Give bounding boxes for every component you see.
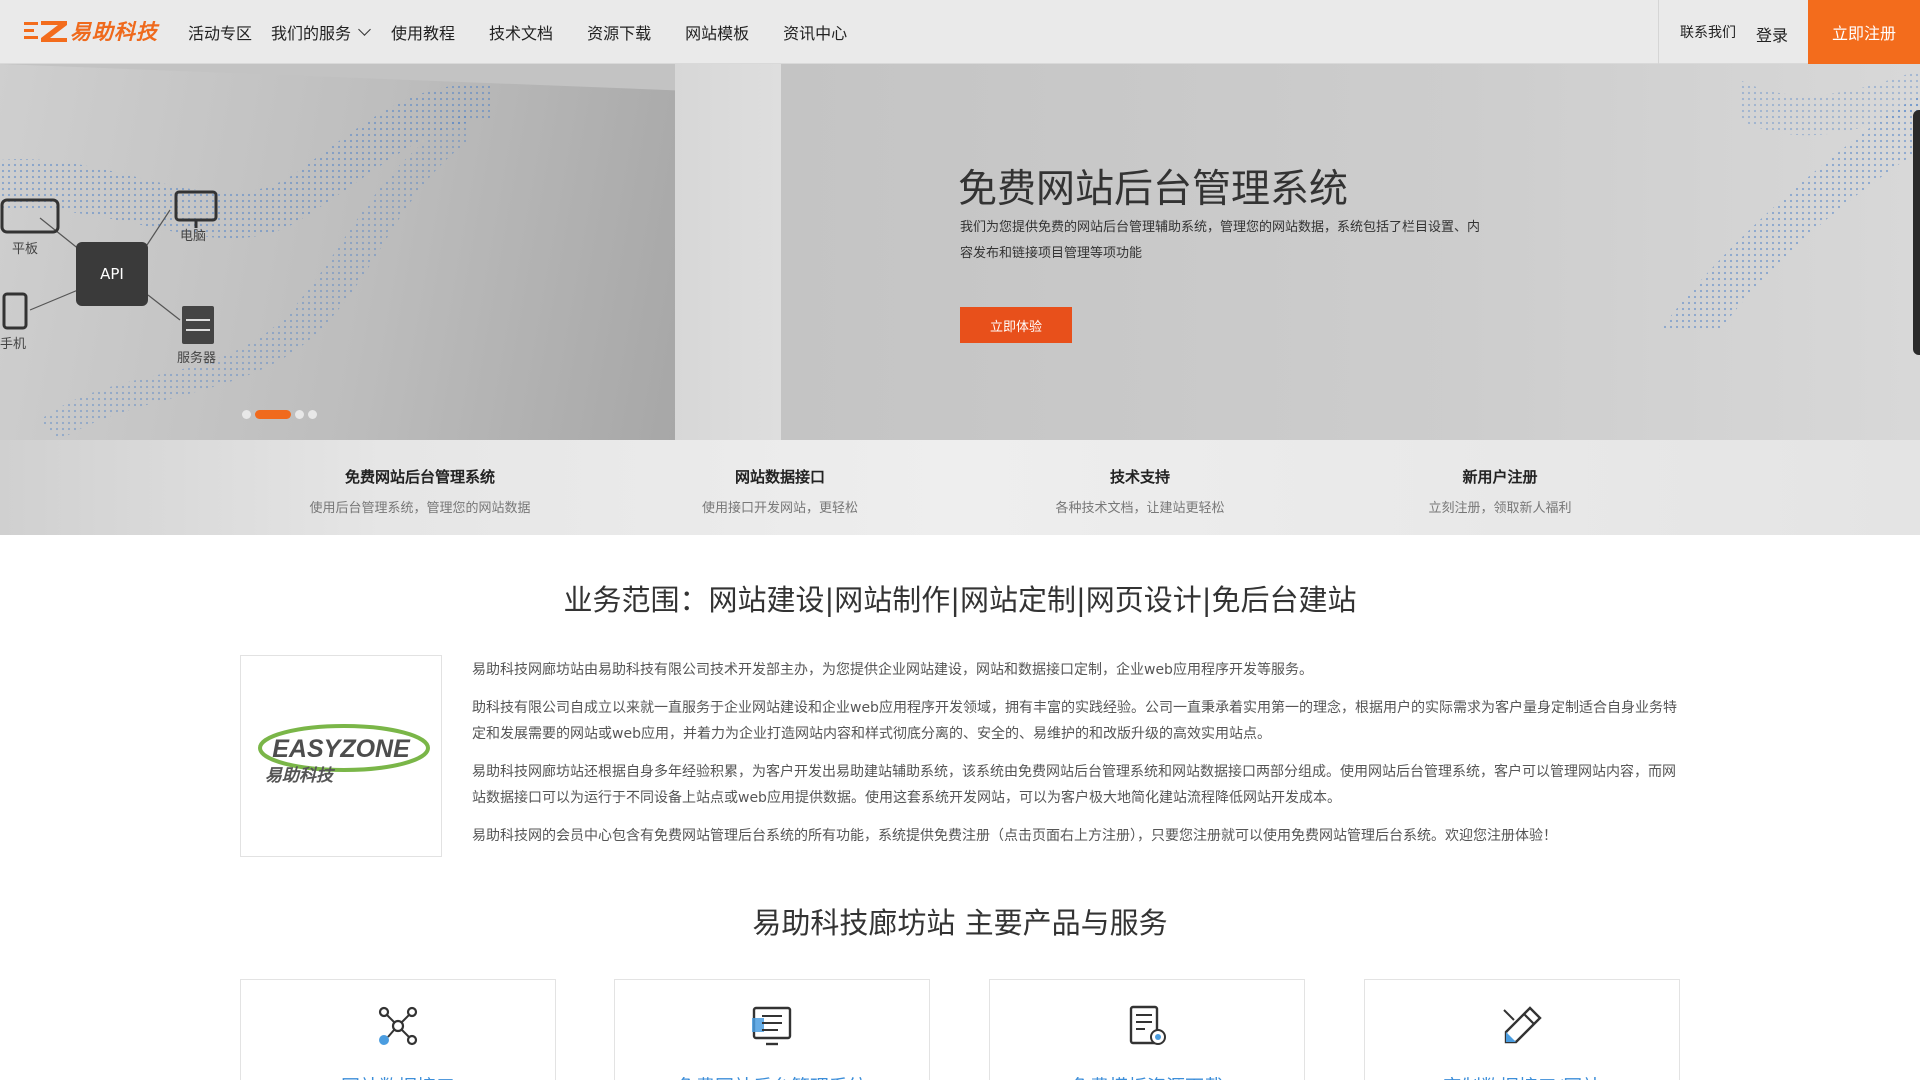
login-link[interactable]: 登录	[1756, 22, 1788, 46]
nav-item-news[interactable]: 资讯中心	[783, 20, 847, 44]
network-nodes-icon	[378, 1006, 418, 1046]
nav-item-services-label: 我们的服务	[271, 24, 352, 43]
nav-item-activities[interactable]: 活动专区	[188, 20, 252, 44]
feature-title: 新用户注册	[1462, 468, 1538, 486]
intro-paragraph: 助科技有限公司自成立以来就一直服务于企业网站建设和企业web应用程序开发领域，拥…	[472, 700, 1677, 742]
edit-pen-icon	[1503, 1006, 1542, 1044]
product-name: 定制数据接口/网站	[1365, 1072, 1679, 1080]
logo-wordmark: EASYZONE	[272, 735, 411, 763]
nav-item-downloads[interactable]: 资源下载	[587, 20, 651, 44]
api-chip: API	[76, 242, 148, 306]
feature-title: 技术支持	[1109, 468, 1170, 486]
business-scope-title: 业务范围：网站建设|网站制作|网站定制|网页设计|免后台建站	[563, 583, 1357, 617]
contact-link[interactable]: 联系我们	[1680, 22, 1736, 42]
diagram-label-server: 服务器	[177, 351, 217, 366]
product-card[interactable]: 免费网站后台管理系统	[614, 979, 930, 1080]
intro-paragraph: 易助科技网廊坊站由易助科技有限公司技术开发部主办，为您提供企业网站建设，网站和数…	[472, 662, 1313, 678]
feature-item[interactable]: 技术支持 各种技术文档，让建站更轻松	[990, 466, 1290, 516]
company-logo: EASYZONE 易助科技	[240, 655, 442, 857]
feature-desc: 使用后台管理系统，管理您的网站数据	[309, 501, 531, 516]
try-now-button[interactable]: 立即体验	[960, 307, 1072, 343]
diagram-label-pc: 电脑	[180, 229, 207, 244]
feature-desc: 立刻注册，领取新人福利	[1428, 501, 1572, 516]
logo-subtitle: 易助科技	[265, 766, 336, 786]
top-navbar: 易助科技 活动专区 我们的服务 使用教程 技术文档 资源下载 网站模板 资讯中心…	[0, 0, 1920, 64]
feature-title: 网站数据接口	[734, 468, 825, 486]
carousel-dot[interactable]	[308, 409, 317, 419]
company-intro: 易助科技网廊坊站由易助科技有限公司技术开发部主办，为您提供企业网站建设，网站和数…	[472, 657, 1680, 861]
intro-paragraph: 易助科技网的会员中心包含有免费网站管理后台系统的所有功能，系统提供免费注册（点击…	[472, 828, 1557, 844]
hero-description: 我们为您提供免费的网站后台管理辅助系统，管理您的网站数据，系统包括了栏目设置、内…	[960, 220, 1481, 261]
register-button[interactable]: 立即注册	[1808, 0, 1920, 64]
nav-item-docs[interactable]: 技术文档	[489, 20, 553, 44]
brand-name: 易助科技	[70, 20, 158, 44]
carousel-dot[interactable]	[295, 409, 304, 419]
feature-item[interactable]: 新用户注册 立刻注册，领取新人福利	[1350, 466, 1650, 516]
nav-item-tutorials[interactable]: 使用教程	[391, 20, 455, 44]
product-name: 免费模板资源下载	[990, 1072, 1304, 1080]
chevron-down-icon	[358, 22, 371, 36]
product-card[interactable]: 免费模板资源下载	[989, 979, 1305, 1080]
diagram-label-tablet: 平板	[12, 242, 39, 257]
hero-next-edge[interactable]	[1913, 110, 1920, 355]
feature-item[interactable]: 免费网站后台管理系统 使用后台管理系统，管理您的网站数据	[270, 466, 570, 516]
nav-item-services[interactable]: 我们的服务	[271, 20, 371, 44]
products-title: 易助科技廊坊站 主要产品与服务	[752, 906, 1168, 940]
carousel-dot[interactable]	[242, 409, 251, 419]
carousel-dot-active[interactable]	[255, 409, 291, 419]
feature-desc: 使用接口开发网站，更轻松	[701, 501, 858, 516]
diagram-label-phone: 手机	[0, 337, 27, 352]
api-diagram: API 平板 电脑 手机 服务器	[0, 170, 240, 370]
main-nav: 活动专区 我们的服务 使用教程 技术文档 资源下载 网站模板 资讯中心	[188, 0, 847, 64]
carousel-indicators	[242, 408, 317, 420]
feature-title: 免费网站后台管理系统	[344, 468, 495, 486]
brand-logo[interactable]: 易助科技	[24, 16, 158, 46]
easyzone-logo-icon: EASYZONE 易助科技	[258, 724, 430, 786]
nav-divider	[1658, 0, 1659, 64]
feature-item[interactable]: 网站数据接口 使用接口开发网站，更轻松	[630, 466, 930, 516]
product-card[interactable]: 定制数据接口/网站	[1364, 979, 1680, 1080]
ez-logo-icon	[24, 21, 67, 42]
hero-banner: API 平板 电脑 手机 服务器 免费网站后台管理系统 我们为您提供免费的网站后…	[0, 0, 1920, 535]
product-card[interactable]: 网站数据接口	[240, 979, 556, 1080]
feature-strip: 免费网站后台管理系统 使用后台管理系统，管理您的网站数据 网站数据接口 使用接口…	[0, 440, 1920, 535]
template-settings-icon	[1129, 1005, 1166, 1045]
intro-paragraph: 易助科技网廊坊站还根据自身多年经验积累，为客户开发出易助建站辅助系统，该系统由免…	[472, 764, 1676, 806]
product-name: 免费网站后台管理系统	[615, 1072, 929, 1080]
admin-panel-icon	[752, 1006, 792, 1046]
feature-desc: 各种技术文档，让建站更轻松	[1055, 501, 1225, 516]
hero-title: 免费网站后台管理系统	[958, 167, 1349, 212]
nav-item-templates[interactable]: 网站模板	[685, 20, 749, 44]
product-name: 网站数据接口	[241, 1072, 555, 1080]
